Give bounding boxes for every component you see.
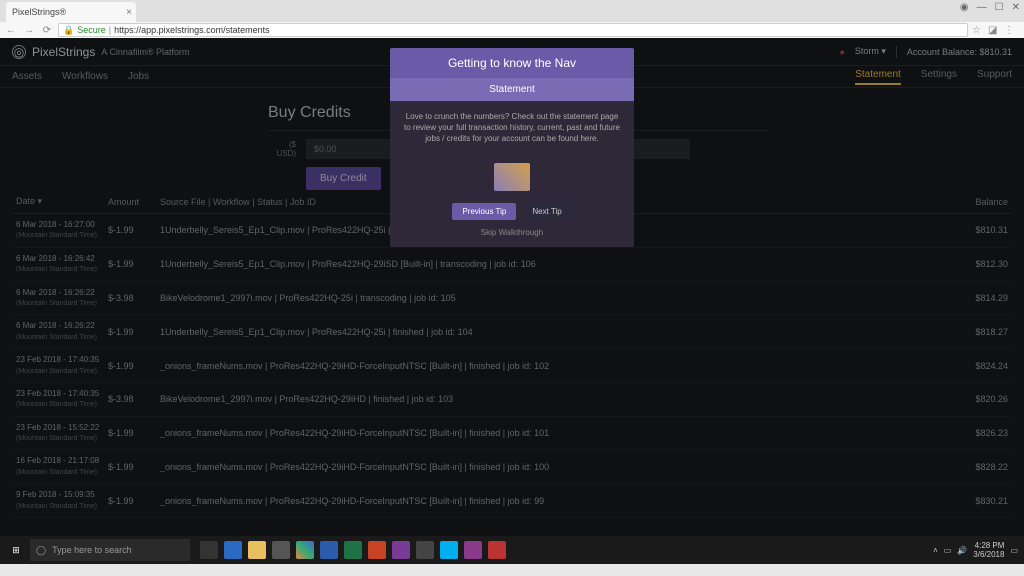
powerpoint-icon[interactable] [368, 541, 386, 559]
browser-tab[interactable]: PixelStrings® × [6, 2, 136, 22]
modal-body: Love to crunch the numbers? Check out th… [390, 101, 634, 155]
modal-title: Getting to know the Nav [390, 48, 634, 78]
extension-icon[interactable]: ◪ [988, 25, 998, 35]
taskbar-apps [200, 541, 506, 559]
menu-icon[interactable]: ⋮ [1004, 25, 1014, 35]
window-controls: ◉ — ☐ ✕ [960, 2, 1020, 13]
app-icon[interactable] [464, 541, 482, 559]
clock[interactable]: 4:28 PM 3/6/2018 [973, 541, 1004, 559]
secure-label: Secure [77, 25, 106, 35]
star-icon[interactable]: ☆ [972, 25, 982, 35]
document-illustration-icon [494, 163, 530, 191]
address-bar: ← → ⟳ 🔒 Secure | https://app.pixelstring… [0, 22, 1024, 38]
previous-tip-button[interactable]: Previous Tip [452, 203, 516, 220]
search-placeholder: Type here to search [52, 545, 132, 555]
skip-walkthrough-link[interactable]: Skip Walkthrough [390, 228, 634, 247]
cortana-icon: ◯ [36, 545, 46, 556]
reload-icon[interactable]: ⟳ [40, 23, 54, 37]
edge-icon[interactable] [224, 541, 242, 559]
adobe-icon[interactable] [488, 541, 506, 559]
excel-icon[interactable] [344, 541, 362, 559]
word-icon[interactable] [320, 541, 338, 559]
network-icon[interactable]: ▭ [944, 546, 952, 555]
windows-taskbar: ⊞ ◯ Type here to search ˄ ▭ 🔊 4:28 PM 3/… [0, 536, 1024, 564]
chrome-icon[interactable] [296, 541, 314, 559]
close-icon[interactable]: ✕ [1012, 2, 1020, 13]
modal-subtitle: Statement [390, 78, 634, 101]
tab-bar: PixelStrings® × [0, 0, 1024, 22]
url-input[interactable]: 🔒 Secure | https://app.pixelstrings.com/… [58, 23, 968, 37]
notifications-icon[interactable]: ▭ [1010, 546, 1018, 555]
browser-chrome: ◉ — ☐ ✕ PixelStrings® × ← → ⟳ 🔒 Secure |… [0, 0, 1024, 38]
modal-overlay: Getting to know the Nav Statement Love t… [0, 38, 1024, 536]
forward-icon[interactable]: → [22, 23, 36, 37]
store-icon[interactable] [272, 541, 290, 559]
minimize-icon[interactable]: — [977, 2, 987, 13]
app-body: ◎ PixelStrings A Cinnafilm® Platform ● S… [0, 38, 1024, 536]
lock-icon: 🔒 [63, 25, 74, 36]
skype-icon[interactable] [440, 541, 458, 559]
url-text: https://app.pixelstrings.com/statements [114, 25, 270, 35]
taskbar-search[interactable]: ◯ Type here to search [30, 539, 190, 561]
system-tray[interactable]: ˄ ▭ 🔊 4:28 PM 3/6/2018 ▭ [933, 541, 1018, 559]
explorer-icon[interactable] [248, 541, 266, 559]
next-tip-button[interactable]: Next Tip [522, 203, 571, 220]
calculator-icon[interactable] [416, 541, 434, 559]
onenote-icon[interactable] [392, 541, 410, 559]
taskview-icon[interactable] [200, 541, 218, 559]
volume-icon[interactable]: 🔊 [957, 546, 967, 555]
windows-start-icon[interactable]: ⊞ [4, 538, 28, 562]
back-icon[interactable]: ← [4, 23, 18, 37]
tray-chevron-icon[interactable]: ˄ [933, 546, 938, 555]
tab-title: PixelStrings® [12, 7, 66, 17]
person-icon[interactable]: ◉ [960, 2, 969, 13]
tab-close-icon[interactable]: × [126, 7, 132, 18]
walkthrough-modal: Getting to know the Nav Statement Love t… [390, 48, 634, 247]
chrome-right-icons: ☆ ◪ ⋮ [972, 25, 1020, 35]
maximize-icon[interactable]: ☐ [995, 2, 1004, 13]
